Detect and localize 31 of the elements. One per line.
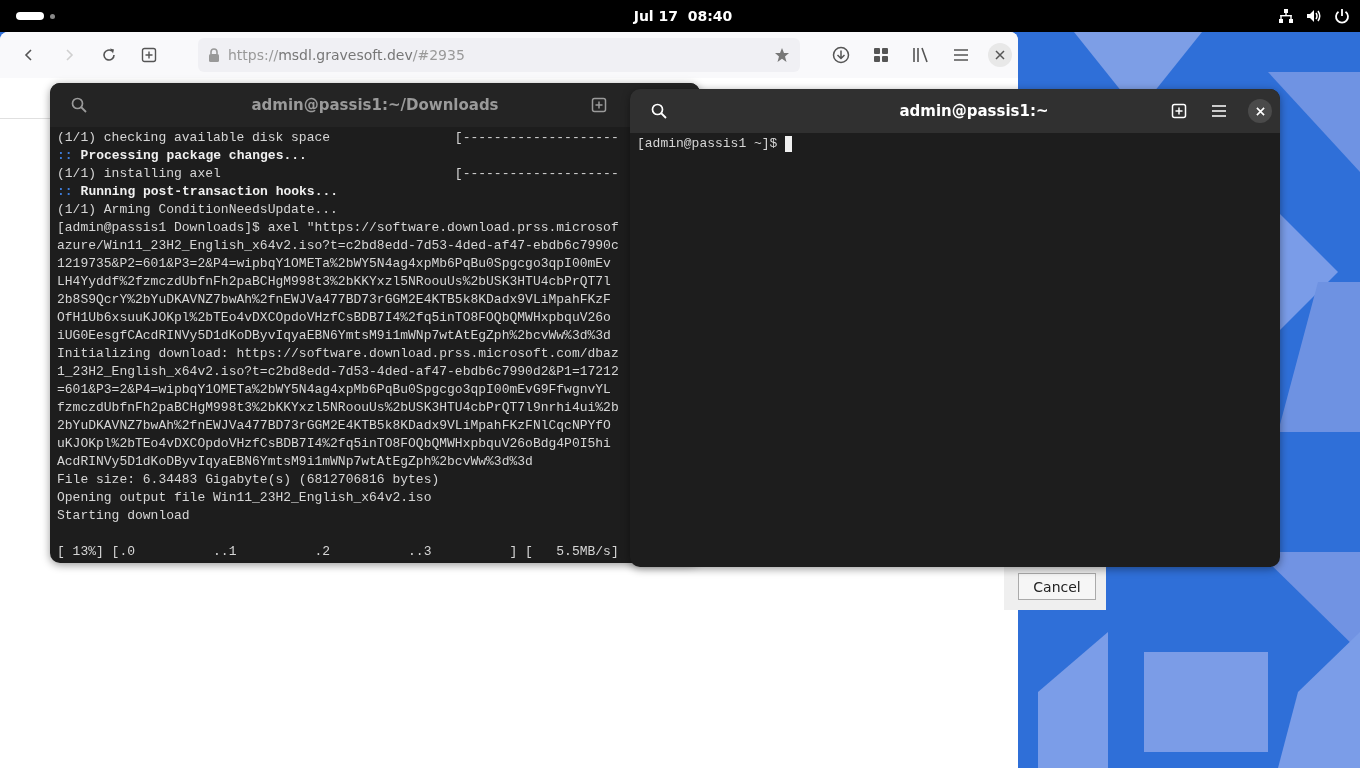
terminal-line: File size: 6.34483 Gigabyte(s) (6812706816 bytes) bbox=[57, 471, 441, 489]
clock[interactable]: Jul 17 08:40 bbox=[633, 8, 733, 24]
cancel-button[interactable]: Cancel bbox=[1018, 573, 1096, 600]
terminal-line: Processing package changes... bbox=[80, 147, 307, 165]
window-title: admin@passis1:~/Downloads bbox=[250, 96, 500, 114]
section-marker: :: bbox=[57, 147, 73, 165]
terminal-line: 1219735&P2=601&P3=2&P4=wipbqY1OMETa%2bWY5N4ag4xpMb6PqBu0Spgcgo3qpI00mEv bbox=[57, 255, 612, 273]
terminal-line: =601&P3=2&P4=wipbqY1OMETa%2bWY5N4ag4xpMb6PqBu0Spgcgo3qpI00mEvG9FfwgnvYL bbox=[57, 381, 612, 399]
terminal-line: 2b8S9QcrY%2bYuDKAVNZ7bwAh%2fnEWJVa477BD73rGGM2E4KTB5k8KDadx9VLiMpahFKzF bbox=[57, 291, 612, 309]
terminal-line: Opening output file Win11_23H2_English_x64v2.iso bbox=[57, 489, 433, 507]
terminal-line: OfH1Ub6xsuuKJOKpl%2bTEo4vDXCOpdoVHzfCsBDB7I4%2fq5inTO8FOQbQMWHxpbquV26o bbox=[57, 309, 612, 327]
terminal-line: 2bYuDKAVNZ7bwAh%2fnEWJVa477BD73rGGM2E4KTB5k8KDadx9VLiMpahFKzFNlCqcNPYfO bbox=[57, 417, 612, 435]
terminal-line: (1/1) Arming ConditionNeedsUpdate... bbox=[57, 201, 339, 219]
terminal-line: LH4Yyddf%2fzmczdUbfnFh2paBCHgM998t3%2bKKYxzl5NRoouUs%2bUSK3HTU4cbPrQT7l bbox=[57, 273, 612, 291]
section-marker: :: bbox=[57, 183, 73, 201]
terminal-line: azure/Win11_23H2_English_x64v2.iso?t=c2bd8edd-7d53-4ded-af47-ebdb6c7990c bbox=[57, 237, 620, 255]
terminal-line: Running post-transaction hooks... bbox=[80, 183, 339, 201]
shell-prompt: [admin@passis1 ~]$ bbox=[637, 135, 779, 153]
terminal-line: Starting download bbox=[57, 507, 191, 525]
download-progress-line: [ 13%] [.0 ..1 .2 ..3 ] [ 5.5MB/s] bbox=[57, 543, 620, 561]
terminal-line: (1/1) installing axel [-------------------- bbox=[57, 165, 620, 183]
address-bar[interactable]: https://msdl.gravesoft.dev/#2935 bbox=[198, 38, 800, 72]
terminal-line: iUG0EesgfCAcdRINVy5D1dKoDByvIqyaEBN6YmtsM9i1mWNp7wtAtEgZph%2bcvWw%3d%3d bbox=[57, 327, 612, 345]
window-title: admin@passis1:~ bbox=[898, 102, 1050, 120]
terminal-line: AcdRINVy5D1dKoDByvIqyaEBN6YmtsM9i1mWNp7wtAtEgZph%2bcvWw%3d%3d bbox=[57, 453, 534, 471]
url-text: https://msdl.gravesoft.dev/#2935 bbox=[228, 47, 466, 63]
terminal-line: 1_23H2_English_x64v2.iso?t=c2bd8edd-7d53-4ded-af47-ebdb6c7990d2&P1=17212 bbox=[57, 363, 620, 381]
terminal-line: Initializing download: https://software.download.prss.microsoft.com/dbaz bbox=[57, 345, 620, 363]
terminal-line: fzmczdUbfnFh2paBCHgM998t3%2bKKYxzl5NRoouUs%2bUSK3HTU4cbPrQT7l9nrhi4ui%2b bbox=[57, 399, 620, 417]
terminal-line: [admin@passis1 Downloads]$ axel "https://software.download.prss.microsof bbox=[57, 219, 620, 237]
terminal-line: uKJOKpl%2bTEo4vDXCOpdoVHzfCsBDB7I4%2fq5inTO8FOQbQMWHxpbquV26oBdg4P0I5hi bbox=[57, 435, 612, 453]
